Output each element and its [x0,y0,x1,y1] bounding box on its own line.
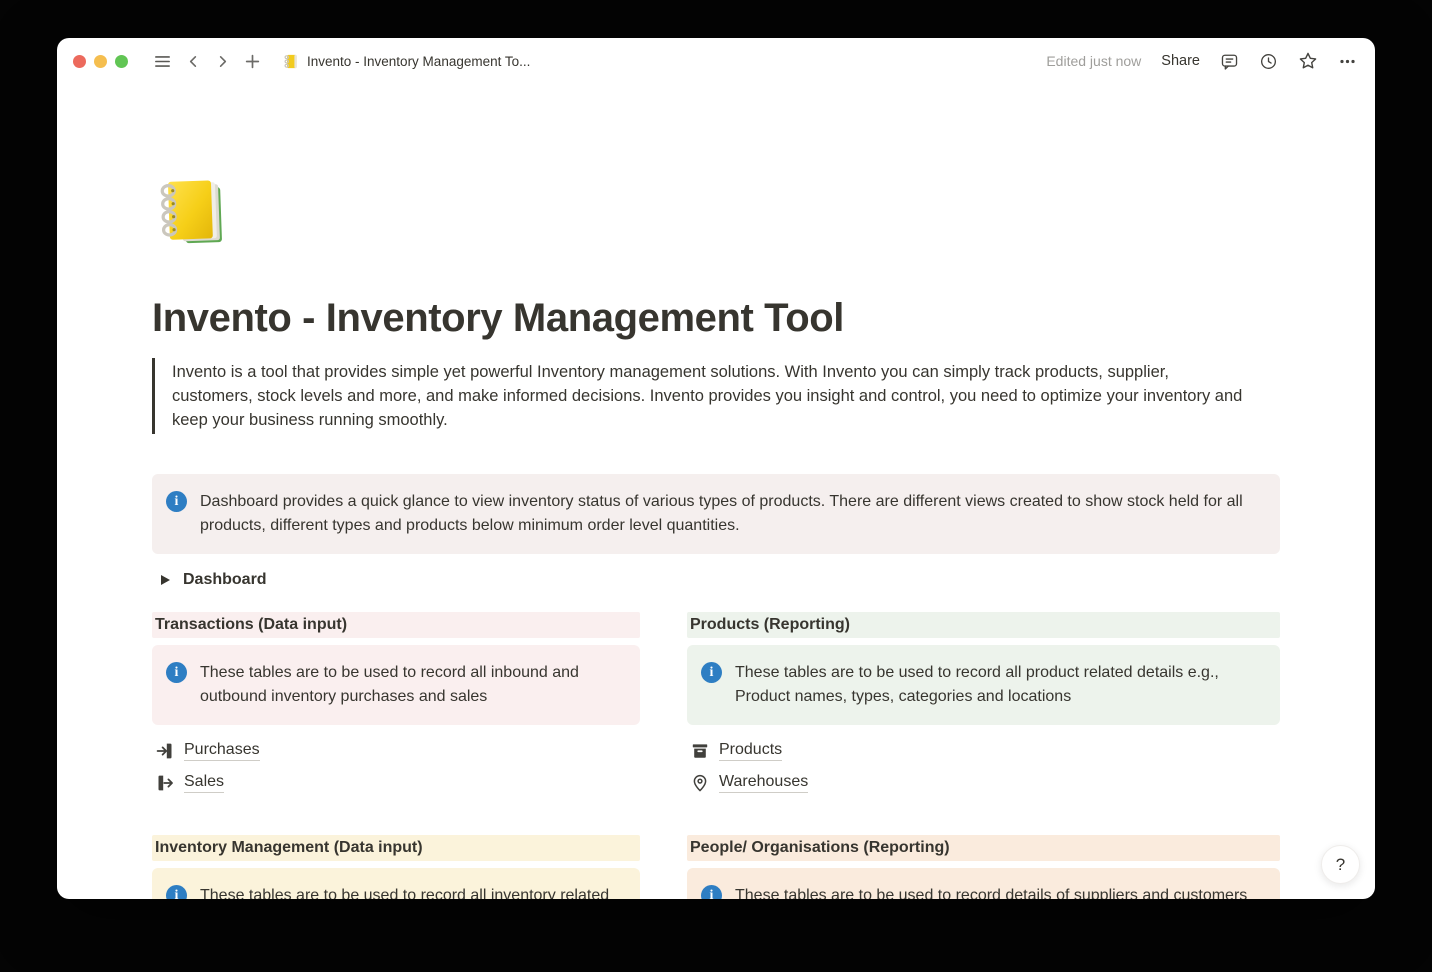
section-row-1: Transactions (Data input) i These tables… [152,612,1280,799]
tab-title[interactable]: Invento - Inventory Management To... [282,53,530,70]
minimize-window-button[interactable] [94,55,107,68]
titlebar: Invento - Inventory Management To... Edi… [57,38,1375,84]
page-link-sales[interactable]: Sales [152,767,224,799]
page-link-warehouses[interactable]: Warehouses [687,767,808,799]
export-icon [155,773,175,793]
info-icon: i [701,662,722,683]
help-button[interactable]: ? [1321,845,1360,884]
info-icon: i [166,885,187,899]
section-inventory-management: Inventory Management (Data input) i Thes… [152,835,640,899]
intro-quote: Invento is a tool that provides simple y… [152,358,1280,434]
toggle-triangle-icon [161,575,170,585]
section-heading: Transactions (Data input) [152,612,640,638]
back-icon[interactable] [186,54,201,69]
page-link-label: Purchases [184,741,260,762]
close-window-button[interactable] [73,55,86,68]
titlebar-actions: Edited just now Share [1046,51,1357,71]
app-window: Invento - Inventory Management To... Edi… [57,38,1375,899]
section-callout-text: These tables are to be used to record al… [200,884,624,899]
import-icon [155,741,175,761]
section-callout-text: These tables are to be used to record de… [735,884,1247,899]
section-callout: i These tables are to be used to record … [687,868,1280,899]
section-callout: i These tables are to be used to record … [152,868,640,899]
dashboard-callout-text: Dashboard provides a quick glance to vie… [200,490,1264,538]
history-icon[interactable] [1259,52,1278,71]
page-link-purchases[interactable]: Purchases [152,735,260,767]
dashboard-toggle[interactable]: Dashboard [152,566,269,594]
tab-title-label: Invento - Inventory Management To... [307,54,530,69]
page-link-label: Sales [184,773,224,794]
dashboard-toggle-label: Dashboard [183,571,267,589]
section-people-organisations: People/ Organisations (Reporting) i Thes… [687,835,1280,899]
section-callout: i These tables are to be used to record … [687,645,1280,725]
section-transactions: Transactions (Data input) i These tables… [152,612,640,799]
info-icon: i [166,491,187,512]
location-pin-icon [690,773,710,793]
section-callout-text: These tables are to be used to record al… [200,661,624,709]
more-icon[interactable] [1338,52,1357,71]
forward-icon[interactable] [215,54,230,69]
new-tab-icon[interactable] [244,53,261,70]
info-icon: i [166,662,187,683]
info-icon: i [701,885,722,899]
section-row-2: Inventory Management (Data input) i Thes… [152,835,1280,899]
page-link-products[interactable]: Products [687,735,782,767]
page-title: Invento - Inventory Management Tool [152,294,1280,342]
traffic-lights [73,55,128,68]
archive-box-icon [690,741,710,761]
edited-status: Edited just now [1046,53,1141,69]
page-link-label: Warehouses [719,773,808,794]
comments-icon[interactable] [1220,52,1239,71]
notebook-emoji-icon [282,53,299,70]
hamburger-icon[interactable] [153,52,172,71]
share-button[interactable]: Share [1161,53,1200,69]
section-callout: i These tables are to be used to record … [152,645,640,725]
ledger-notebook-icon[interactable] [152,172,234,254]
section-heading: Products (Reporting) [687,612,1280,638]
section-heading: People/ Organisations (Reporting) [687,835,1280,861]
section-heading: Inventory Management (Data input) [152,835,640,861]
section-products: Products (Reporting) i These tables are … [687,612,1280,799]
page-link-label: Products [719,741,782,762]
zoom-window-button[interactable] [115,55,128,68]
favorite-star-icon[interactable] [1298,51,1318,71]
dashboard-callout: i Dashboard provides a quick glance to v… [152,474,1280,554]
section-callout-text: These tables are to be used to record al… [735,661,1264,709]
page-content: Invento - Inventory Management Tool Inve… [152,172,1280,899]
section-links: Purchases Sales [152,735,640,799]
section-links: Products Warehouses [687,735,1280,799]
